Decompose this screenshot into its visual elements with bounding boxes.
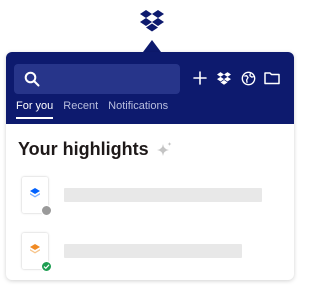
- tab-for-you[interactable]: For you: [16, 100, 54, 119]
- globe-icon: [241, 71, 255, 85]
- tab-recent[interactable]: Recent: [63, 100, 98, 119]
- sparkle-icon: [156, 141, 172, 156]
- tab-notifications[interactable]: Notifications: [108, 100, 168, 119]
- section-header: Your highlights: [18, 139, 282, 160]
- list-item[interactable]: [18, 230, 282, 272]
- list-item[interactable]: [18, 174, 282, 216]
- sync-status-icon: [41, 205, 52, 216]
- placeholder-bar: [64, 188, 262, 202]
- dropbox-home-button[interactable]: [214, 68, 234, 88]
- panel-header: For you Recent Notifications: [6, 52, 294, 124]
- open-folder-button[interactable]: [262, 68, 282, 88]
- dropbox-icon: [217, 72, 231, 85]
- folder-icon: [264, 72, 280, 85]
- web-button[interactable]: [238, 68, 258, 88]
- popover-caret: [143, 40, 161, 52]
- orange-cube-icon: [30, 244, 40, 254]
- plus-icon: [193, 71, 207, 85]
- check-status-icon: [41, 261, 52, 272]
- search-input[interactable]: [14, 64, 180, 94]
- file-thumbnail: [22, 233, 52, 272]
- tab-bar: For you Recent Notifications: [16, 100, 168, 119]
- highlights-section: Your highlights: [6, 124, 294, 272]
- dropbox-logo-icon[interactable]: [140, 8, 164, 32]
- search-icon: [24, 71, 40, 87]
- placeholder-bar: [64, 244, 242, 258]
- section-title: Your highlights: [18, 139, 149, 159]
- file-thumbnail: [22, 177, 52, 216]
- popover-panel: For you Recent Notifications Your highli…: [6, 52, 294, 280]
- new-button[interactable]: [190, 68, 210, 88]
- blue-cube-icon: [30, 188, 40, 198]
